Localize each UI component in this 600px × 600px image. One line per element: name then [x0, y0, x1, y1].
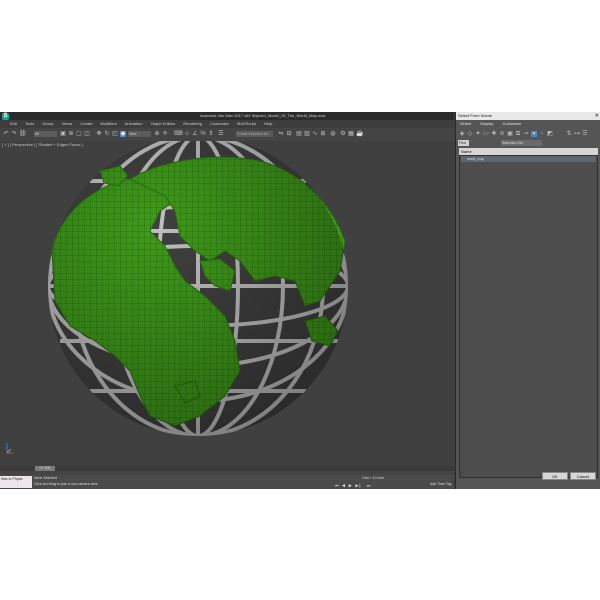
tab-display[interactable]: Display	[480, 121, 493, 126]
display-none-icon[interactable]: ▫	[539, 131, 545, 137]
selection-filter-dropdown[interactable]: All	[34, 131, 57, 137]
filter-helpers-icon[interactable]: ✚	[491, 131, 497, 137]
percent-snap-icon[interactable]: %	[200, 131, 206, 137]
window-crossing-icon[interactable]: ◫	[84, 131, 90, 137]
cancel-button[interactable]: Cancel	[570, 472, 596, 480]
menu-bar: Edit Tools Group Views Create Modifiers …	[10, 120, 454, 128]
find-field[interactable]: Find	[458, 140, 469, 146]
scale-icon[interactable]: ◰	[112, 131, 118, 137]
menu-group[interactable]: Group	[42, 121, 53, 126]
add-time-tag-button[interactable]: Add Time Tag	[430, 482, 451, 487]
tab-customize[interactable]: Customize	[503, 121, 522, 126]
scene-explorer-menu: Select Display Customize	[456, 120, 600, 128]
menu-tools[interactable]: Tools	[25, 121, 34, 126]
app-logo[interactable]: S	[2, 113, 9, 120]
list-item[interactable]: world_map	[461, 156, 596, 162]
scene-explorer-title: Select From Scene	[456, 112, 600, 120]
prompt-line: Click and drag to pan a non-camera view	[34, 482, 98, 486]
globe-model	[48, 141, 348, 436]
region-select-icon[interactable]: ▢	[76, 131, 82, 137]
material-editor-icon[interactable]: ◍	[330, 131, 336, 137]
menu-edit[interactable]: Edit	[10, 121, 17, 126]
filter-groups-icon[interactable]: ▣	[507, 131, 513, 137]
menu-views[interactable]: Views	[62, 121, 73, 126]
main-toolbar: ↶ ↷ ⛓ All ▣ ≣ ▢ ◫ ✥ ↻ ◰ ◆ View ⊕ ✛ ⌨ ⊹ ∠…	[0, 128, 454, 142]
reference-coordinate-dropdown[interactable]: View	[128, 131, 151, 137]
select-object-icon[interactable]: ▣	[60, 131, 66, 137]
sort-icon[interactable]: ⇅	[566, 131, 572, 137]
rotate-icon[interactable]: ↻	[104, 131, 110, 137]
display-invert-icon[interactable]: ◩	[547, 131, 553, 137]
keyboard-shortcut-icon[interactable]: ⌨	[174, 131, 183, 137]
select-manipulate-icon[interactable]: ✛	[162, 131, 168, 137]
edit-named-sets-icon[interactable]: ☰	[218, 131, 224, 137]
scene-explorer-find-row: Find Selection Set:	[456, 138, 600, 148]
pivot-icon[interactable]: ⊕	[154, 131, 160, 137]
view-axis-tripod	[6, 443, 13, 454]
menu-animation[interactable]: Animation	[125, 121, 143, 126]
filter-cameras-icon[interactable]: ▭	[483, 131, 489, 137]
globe-shading	[48, 141, 348, 436]
schematic-view-icon[interactable]: ⊞	[320, 131, 326, 137]
perspective-viewport[interactable]: [ + ] [ Perspective ] [ Shaded + Edged F…	[0, 141, 454, 466]
menu-maxscript[interactable]: MAXScript	[237, 121, 256, 126]
menu-graph-editors[interactable]: Graph Editors	[151, 121, 176, 126]
select-by-name-icon[interactable]: ≣	[68, 131, 74, 137]
scene-explorer-panel: Select From Scene ✕ Select Display Custo…	[455, 112, 600, 489]
app-window: S Autodesk 3ds Max 2017 x64 Stylized_Mod…	[0, 112, 600, 489]
angle-snap-icon[interactable]: ∠	[192, 131, 198, 137]
scene-object-list[interactable]: world_map	[459, 155, 598, 478]
hierarchy-icon[interactable]: ⊶	[574, 131, 580, 137]
window-title: Autodesk 3ds Max 2017 x64 Stylized_Model…	[200, 113, 326, 118]
move-icon[interactable]: ✥	[96, 131, 102, 137]
maxscript-listener[interactable]: Max to Physic	[0, 476, 32, 488]
ribbon-icon[interactable]: ▥	[304, 131, 310, 137]
align-icon[interactable]: ⊟	[286, 131, 292, 137]
ok-button[interactable]: OK	[542, 472, 568, 480]
menu-rendering[interactable]: Rendering	[183, 121, 201, 126]
display-all-icon[interactable]: ▪	[531, 131, 537, 137]
options-icon[interactable]: ☰	[582, 131, 588, 137]
tab-select[interactable]: Select	[460, 121, 471, 126]
menu-help[interactable]: Help	[264, 121, 272, 126]
filter-bones-icon[interactable]: ⊸	[523, 131, 529, 137]
grid-size-readout: Grid = 10,0cm	[362, 476, 385, 480]
link-icon[interactable]: ⛓	[19, 131, 27, 137]
menu-modifiers[interactable]: Modifiers	[101, 121, 117, 126]
named-selection-set-dropdown[interactable]: Create Selection Se	[236, 131, 273, 137]
filter-xrefs-icon[interactable]: ⧉	[515, 131, 521, 137]
layer-explorer-icon[interactable]: ▤	[296, 131, 302, 137]
selection-set-dropdown[interactable]: Selection Set:	[501, 140, 542, 146]
filter-lights-icon[interactable]: ✦	[475, 131, 481, 137]
name-column-header[interactable]: Name	[459, 148, 598, 155]
undo-icon[interactable]: ↶	[3, 131, 9, 137]
placement-icon[interactable]: ◆	[120, 131, 126, 137]
render-setup-icon[interactable]: ⚙	[340, 131, 346, 137]
mirror-icon[interactable]: ⇋	[278, 131, 284, 137]
close-icon[interactable]: ✕	[595, 112, 599, 120]
status-bar: Max to Physic None Selected Click and dr…	[0, 475, 454, 489]
spinner-snap-icon[interactable]: ⇕	[208, 131, 214, 137]
filter-spacewarps-icon[interactable]: ≋	[499, 131, 505, 137]
timeline[interactable]: 0 / 100	[0, 466, 454, 475]
playback-controls-icon[interactable]: ⏮ ◀ ▶ ▶▏ ⏭	[335, 483, 371, 488]
curve-editor-icon[interactable]: ∿	[312, 131, 318, 137]
title-bar: S Autodesk 3ds Max 2017 x64 Stylized_Mod…	[0, 112, 454, 120]
menu-create[interactable]: Create	[80, 121, 92, 126]
filter-shapes-icon[interactable]: ◇	[467, 131, 473, 137]
menu-customize[interactable]: Customize	[210, 121, 229, 126]
selection-status: None Selected	[34, 476, 57, 480]
scene-explorer-toolbar: ◈ ◇ ✦ ▭ ✚ ≋ ▣ ⧉ ⊸ ▪ ▫ ◩ ⇅ ⊶ ☰	[456, 128, 600, 138]
render-icon[interactable]: ☕	[356, 131, 363, 137]
rendered-frame-window-icon[interactable]: ▦	[348, 131, 354, 137]
filter-geometry-icon[interactable]: ◈	[459, 131, 465, 137]
snap-toggle-icon[interactable]: ⊹	[184, 131, 190, 137]
redo-icon[interactable]: ↷	[11, 131, 17, 137]
